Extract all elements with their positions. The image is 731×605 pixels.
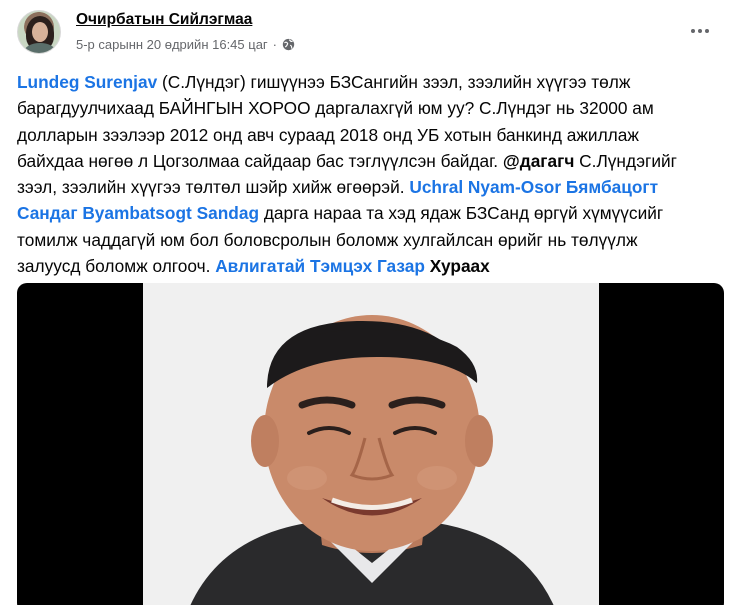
mention-uchral[interactable]: Uchral Nyam-Osor Бямбацогт — [409, 177, 658, 197]
post-timestamp-link[interactable]: 5-р сарынн 20 өдрийн 16:45 цаг — [76, 37, 268, 52]
tag-followers[interactable]: @дагагч — [503, 151, 574, 171]
text-line: Lundeg Surenjav (С.Лүндэг) гишүүнээ БЗСа… — [17, 69, 717, 95]
post-meta: 5-р сарынн 20 өдрийн 16:45 цаг · — [76, 37, 295, 52]
mention-sandag[interactable]: Сандаг Byambatsogt Sandag — [17, 203, 259, 223]
globe-icon[interactable] — [282, 38, 295, 51]
mention-lundeg[interactable]: Lundeg Surenjav — [17, 72, 157, 92]
post-text: Lundeg Surenjav (С.Лүндэг) гишүүнээ БЗСа… — [17, 69, 717, 279]
text-line: Сандаг Byambatsogt Sandag дарга нараа та… — [17, 200, 717, 226]
post-photo[interactable] — [17, 283, 724, 605]
text-line: барагдуулчихаад БАЙНГЫН ХОРОО даргалахгү… — [17, 95, 717, 121]
text-segment: байхдаа нөгөө л Цогзолмаа сайдаар бас тэ… — [17, 150, 503, 171]
text-segment: залуусд боломж олгооч. — [17, 256, 216, 277]
more-options-button[interactable] — [684, 17, 716, 45]
text-segment: зээл, зээлийн хүүгээ төлтөл шэйр хийж өг… — [17, 177, 410, 198]
author-avatar[interactable] — [17, 10, 61, 54]
text-line: байхдаа нөгөө л Цогзолмаа сайдаар бас тэ… — [17, 148, 717, 174]
portrait-photo — [190, 315, 554, 605]
see-less-link[interactable]: Хураах — [425, 256, 490, 276]
text-line: томилж чаддагүй юм бол боловсролын болом… — [17, 227, 717, 253]
mention-atg[interactable]: Авлигатай Тэмцэх Газар — [215, 256, 425, 276]
text-line: долларын зээлээр 2012 онд авч сураад 201… — [17, 122, 717, 148]
avatar-shirt — [24, 43, 56, 53]
author-name-link[interactable]: Очирбатын Сийлэгмаа — [76, 11, 252, 29]
more-options-icon — [698, 29, 702, 33]
more-options-icon — [705, 29, 709, 33]
meta-separator: · — [272, 37, 278, 52]
text-line: залуусд боломж олгооч. Авлигатай Тэмцэх … — [17, 253, 717, 279]
text-segment: С.Лүндэгийг — [574, 150, 677, 171]
facebook-post: Очирбатын Сийлэгмаа 5-р сарынн 20 өдрийн… — [0, 0, 731, 605]
text-segment: дарга нараа та хэд ядаж БЗСанд өргүй хүм… — [259, 203, 664, 224]
text-line: зээл, зээлийн хүүгээ төлтөл шэйр хийж өг… — [17, 174, 717, 200]
avatar-face — [32, 22, 48, 42]
more-options-icon — [691, 29, 695, 33]
text-segment: барагдуулчихаад БАЙНГЫН ХОРОО даргалахгү… — [17, 98, 654, 119]
text-segment: томилж чаддагүй юм бол боловсролын болом… — [17, 229, 638, 250]
text-segment: долларын зээлээр 2012 онд авч сураад 201… — [17, 124, 639, 145]
text-segment: (С.Лүндэг) гишүүнээ БЗСангийн зээл, зээл… — [157, 72, 631, 92]
